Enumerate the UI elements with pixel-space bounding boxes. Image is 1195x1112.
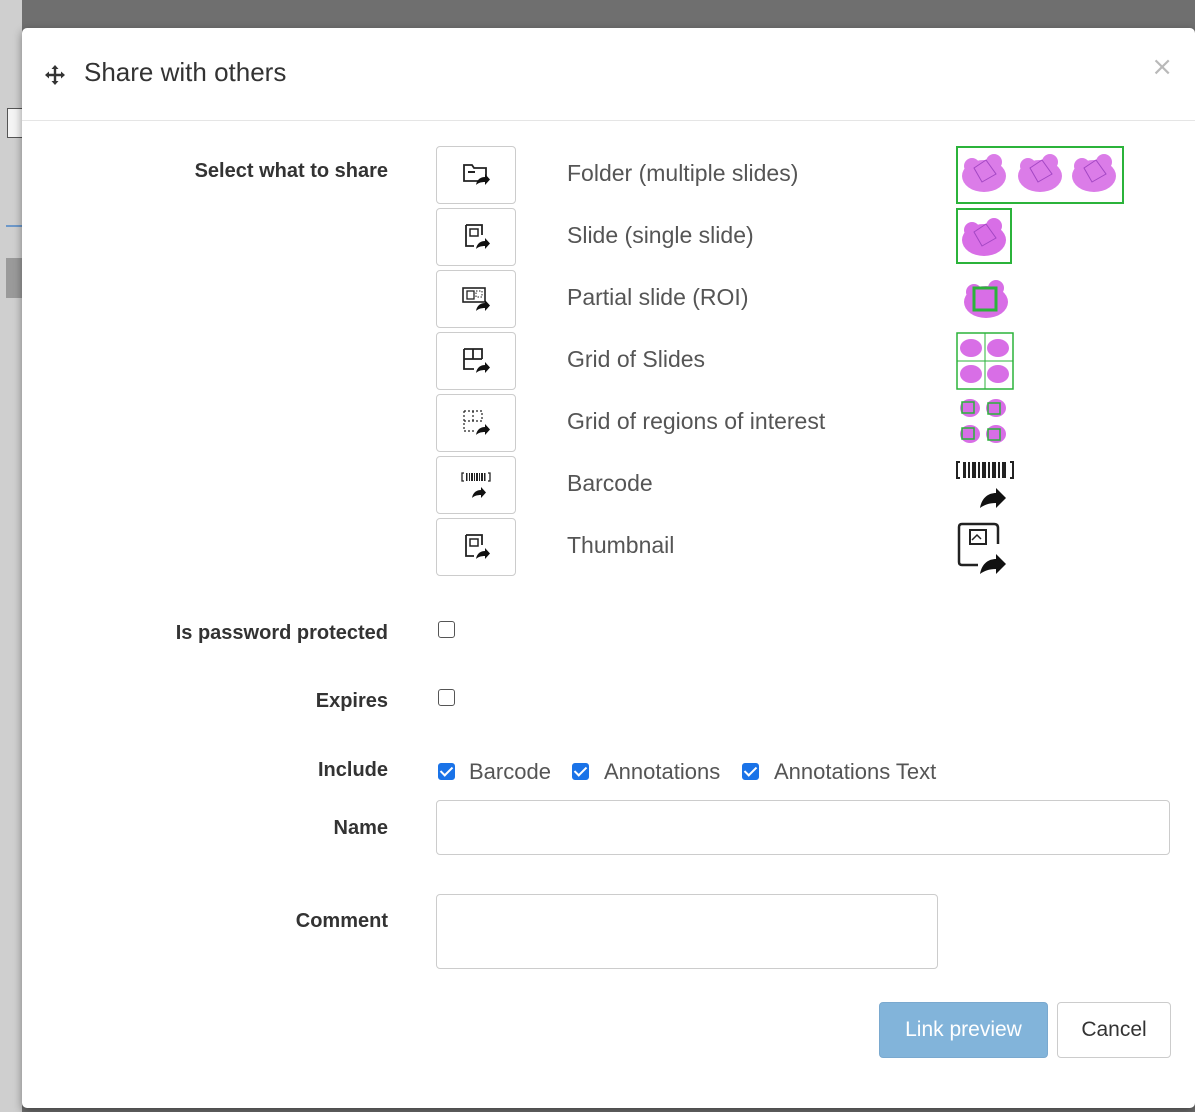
partial-share-button[interactable] [436,270,516,328]
include-barcode-checkbox[interactable] [438,763,455,780]
comment-textarea[interactable] [436,894,938,969]
slide-share-button[interactable] [436,208,516,266]
dialog-title: Share with others [84,57,287,87]
thumbnail-share-icon [465,534,490,559]
include-annotations-checkbox[interactable] [572,763,589,780]
option-barcode: Barcode [436,456,1156,516]
background-page [0,0,22,1112]
grid-share-icon [463,348,490,373]
include-annotations-label: Annotations [604,759,721,784]
barcode-preview-icon [956,461,1014,508]
option-partial: Partial slide (ROI) [436,270,1156,330]
include-barcode-label: Barcode [469,759,551,784]
option-partial-label: Partial slide (ROI) [567,284,749,310]
option-roi-grid: Grid of regions of interest [436,394,1156,454]
name-label: Name [333,817,388,839]
password-label: Is password protected [175,622,388,644]
dialog-header: Share with others × [22,28,1195,121]
include-annotations-text-checkbox[interactable] [742,763,759,780]
slide-preview-image [956,208,1012,264]
partial-preview-image [964,280,1008,318]
move-icon[interactable] [44,64,66,86]
thumbnail-share-button[interactable] [436,518,516,576]
roi-grid-share-button[interactable] [436,394,516,452]
background-input [7,108,22,138]
background-bar [6,258,22,298]
option-grid: Grid of Slides [436,332,1156,392]
include-label: Include [317,759,388,781]
folder-share-button[interactable] [436,146,516,204]
folder-share-icon [463,164,490,185]
option-thumbnail-label: Thumbnail [567,532,675,558]
select-label: Select what to share [194,160,388,182]
background-divider [6,225,22,227]
roi-grid-preview-image [960,399,1006,443]
password-checkbox[interactable] [438,621,455,638]
grid-preview-image [956,332,1014,390]
thumbnail-preview-icon [957,522,1006,574]
option-thumbnail: Thumbnail [436,518,1156,578]
expires-label: Expires [315,690,388,712]
option-barcode-label: Barcode [567,470,653,496]
roi-share-icon [462,287,490,311]
roi-grid-share-icon [463,410,490,435]
close-button[interactable]: × [1151,52,1173,82]
expires-checkbox[interactable] [438,689,455,706]
include-annotations-text-label: Annotations Text [774,759,937,784]
grid-share-button[interactable] [436,332,516,390]
option-roi-grid-label: Grid of regions of interest [567,408,826,434]
slide-share-icon [465,224,490,249]
comment-label: Comment [295,910,388,932]
folder-preview-image [956,146,1124,204]
name-input[interactable] [436,800,1170,855]
cancel-button[interactable]: Cancel [1057,1002,1171,1058]
option-slide: Slide (single slide) [436,208,1156,268]
option-folder-label: Folder (multiple slides) [567,160,799,186]
option-grid-label: Grid of Slides [567,346,706,372]
option-slide-label: Slide (single slide) [567,222,754,248]
barcode-share-icon [461,472,491,498]
share-dialog: Share with others × Select what to share… [22,28,1195,1108]
option-folder: Folder (multiple slides) [436,146,1156,206]
link-preview-button[interactable]: Link preview [879,1002,1048,1058]
barcode-share-button[interactable] [436,456,516,514]
